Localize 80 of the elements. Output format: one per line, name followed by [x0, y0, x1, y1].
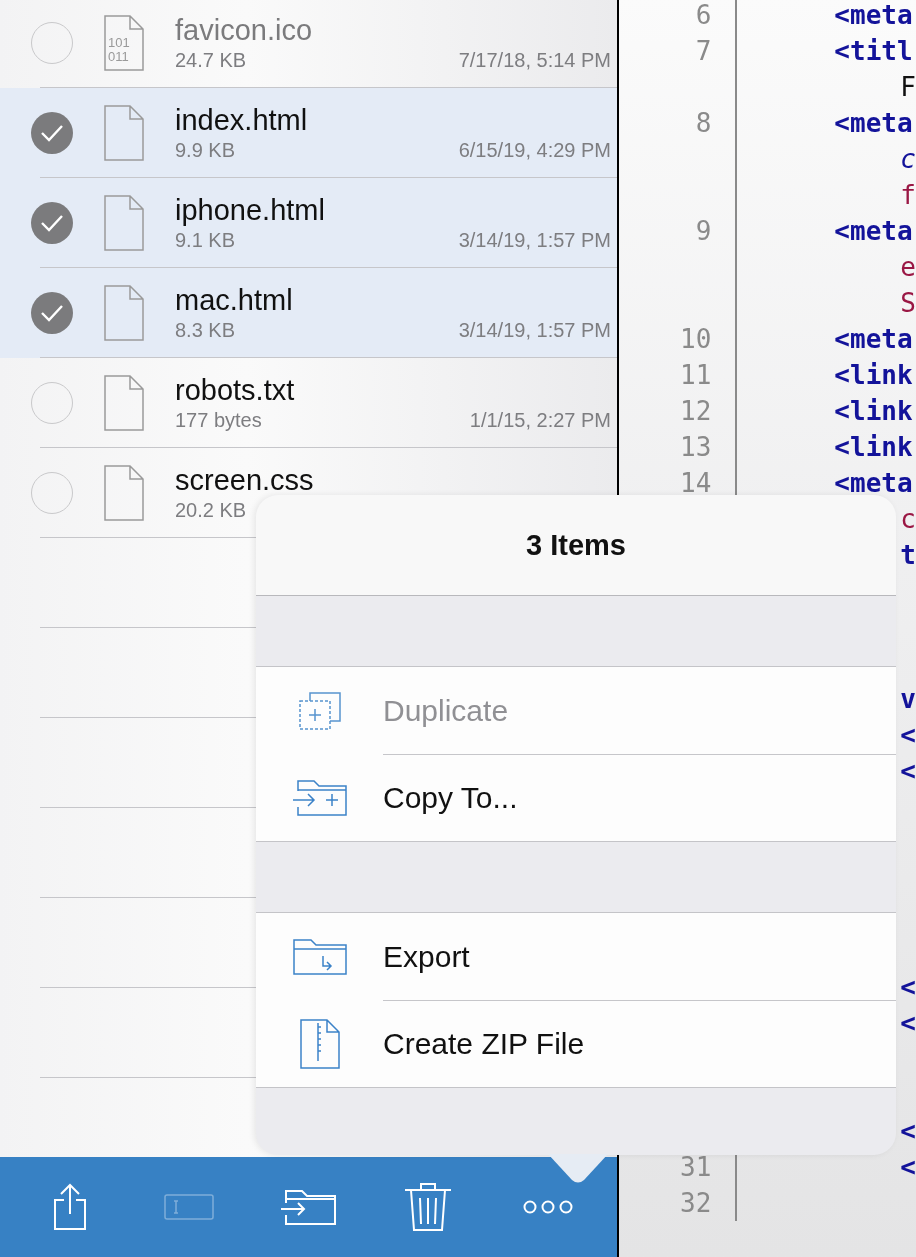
selection-checkbox[interactable]	[31, 292, 73, 334]
code-text: <	[900, 1008, 916, 1038]
document-icon	[104, 105, 144, 161]
file-date: 1/1/15, 2:27 PM	[469, 408, 611, 433]
file-name: robots.txt	[175, 373, 296, 407]
line-number: 8	[695, 108, 712, 138]
file-name: favicon.ico	[175, 13, 313, 47]
file-row[interactable]: mac.html 8.3 KB 3/14/19, 1:57 PM	[0, 268, 618, 358]
share-icon	[51, 1183, 88, 1231]
code-text: t	[900, 540, 916, 570]
line-number: 13	[680, 432, 712, 462]
code-text: <meta	[834, 324, 913, 354]
code-text: f	[900, 180, 916, 210]
code-text: <titl	[834, 36, 913, 66]
line-number: 11	[680, 360, 712, 390]
code-text: F	[900, 72, 916, 102]
code-text: <meta	[834, 108, 913, 138]
file-name: index.html	[175, 103, 309, 137]
code-text: e	[900, 252, 916, 282]
code-text: c	[900, 504, 916, 534]
file-date: 6/15/19, 4:29 PM	[458, 138, 611, 163]
menu-item[interactable]: Create ZIP File	[256, 1000, 896, 1087]
code-text: <	[900, 972, 916, 1002]
line-number: 6	[695, 0, 712, 30]
rename-icon	[164, 1194, 215, 1220]
code-text: <meta	[834, 468, 913, 498]
file-row[interactable]: index.html 9.9 KB 6/15/19, 4:29 PM	[0, 88, 618, 178]
file-size: 9.1 KB	[175, 228, 236, 253]
file-name: iphone.html	[175, 193, 326, 227]
file-size: 9.9 KB	[175, 138, 236, 163]
folder-arrow-icon	[292, 937, 347, 976]
document-icon	[104, 195, 144, 251]
file-date: 7/17/18, 5:14 PM	[458, 48, 611, 73]
folder-plus-icon	[291, 778, 348, 817]
file-row[interactable]: robots.txt 177 bytes 1/1/15, 2:27 PM	[0, 358, 618, 448]
file-row[interactable]: 101 011 favicon.ico 24.7 KB 7/17/18, 5:14 PM	[0, 0, 618, 88]
line-number: 12	[680, 396, 712, 426]
line-number: 32	[680, 1188, 712, 1218]
line-number: 9	[695, 216, 712, 246]
zip-file-icon	[299, 1018, 340, 1069]
file-size: 8.3 KB	[175, 318, 236, 343]
code-text: <	[900, 1116, 916, 1146]
file-name: screen.css	[175, 463, 315, 497]
trash-icon	[404, 1182, 453, 1232]
popover-title: 3 Items	[256, 495, 896, 596]
document-icon	[104, 465, 144, 521]
line-number: 31	[680, 1152, 712, 1182]
code-text: <	[900, 756, 916, 786]
more-icon	[522, 1199, 573, 1215]
code-text: <meta	[834, 0, 913, 30]
selection-checkbox[interactable]	[31, 112, 73, 154]
document-icon	[104, 375, 144, 431]
checkmark-icon	[39, 123, 65, 143]
line-number: 7	[695, 36, 712, 66]
folder-arrow-icon	[279, 1187, 338, 1227]
checkmark-icon	[39, 303, 65, 323]
file-name: mac.html	[175, 283, 294, 317]
code-text: v	[900, 684, 916, 714]
file-date: 3/14/19, 1:57 PM	[458, 318, 611, 343]
code-text: <	[900, 720, 916, 750]
duplicate-icon	[297, 690, 342, 731]
code-text: <	[900, 1152, 916, 1182]
file-row[interactable]: iphone.html 9.1 KB 3/14/19, 1:57 PM	[0, 178, 618, 268]
file-size: 20.2 KB	[175, 498, 247, 523]
code-text: S	[900, 288, 916, 318]
file-size: 24.7 KB	[175, 48, 247, 73]
line-number: 10	[680, 324, 712, 354]
menu-item[interactable]: Export	[256, 913, 896, 1000]
document-icon	[104, 285, 144, 341]
code-text: <link	[834, 360, 913, 390]
code-text: <meta	[834, 216, 913, 246]
menu-item[interactable]: Copy To...	[256, 754, 896, 841]
code-text: <link	[834, 396, 913, 426]
checkmark-icon	[39, 213, 65, 233]
line-number: 14	[680, 468, 712, 498]
selection-checkbox[interactable]	[31, 202, 73, 244]
code-text: c	[900, 144, 916, 174]
file-date: 3/14/19, 1:57 PM	[458, 228, 611, 253]
code-text: <link	[834, 432, 913, 462]
file-size: 177 bytes	[175, 408, 262, 433]
